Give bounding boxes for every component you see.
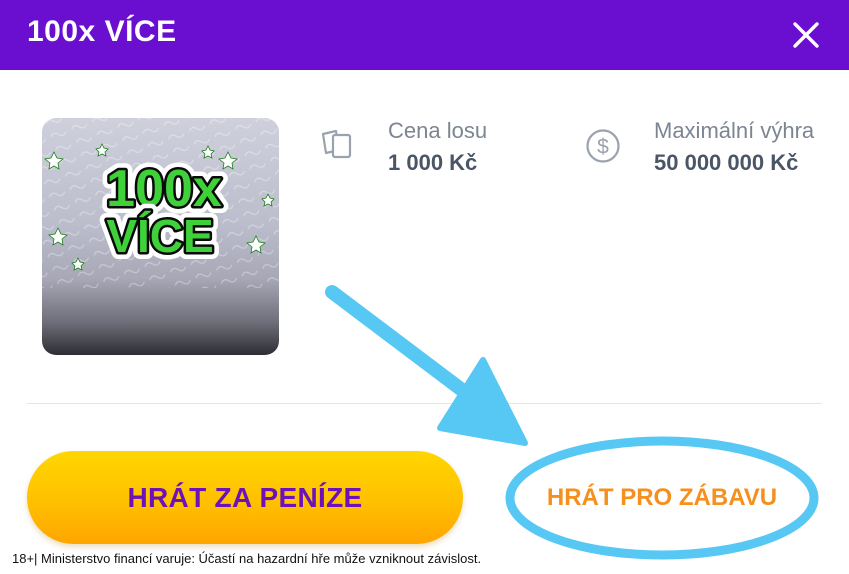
gambling-disclaimer: 18+| Ministerstvo financí varuje: Účastí… [12, 551, 482, 566]
ticket-image: 100x 100x VÍCE VÍCE [42, 118, 279, 355]
dollar-circle-icon: $ [586, 129, 620, 163]
ticket-logo: 100x 100x VÍCE VÍCE [42, 118, 279, 288]
dialog-header: 100x VÍCE [0, 0, 849, 70]
annotation-arrow [325, 285, 528, 446]
close-icon [793, 22, 819, 48]
dialog-title: 100x VÍCE [27, 15, 177, 48]
divider [27, 403, 822, 404]
play-for-fun-button[interactable]: HRÁT PRO ZÁBAVU [505, 460, 819, 536]
tickets-icon [321, 129, 352, 159]
play-for-money-button[interactable]: HRÁT ZA PENÍZE [27, 451, 463, 544]
price-label: Cena losu [388, 118, 488, 143]
close-button[interactable] [785, 14, 827, 56]
max-win-value: 50 000 000 Kč [654, 150, 799, 175]
svg-text:VÍCE: VÍCE [106, 210, 213, 262]
svg-text:$: $ [597, 136, 609, 159]
price-value: 1 000 Kč [388, 150, 478, 175]
max-win-label: Maximální výhra [654, 118, 815, 143]
